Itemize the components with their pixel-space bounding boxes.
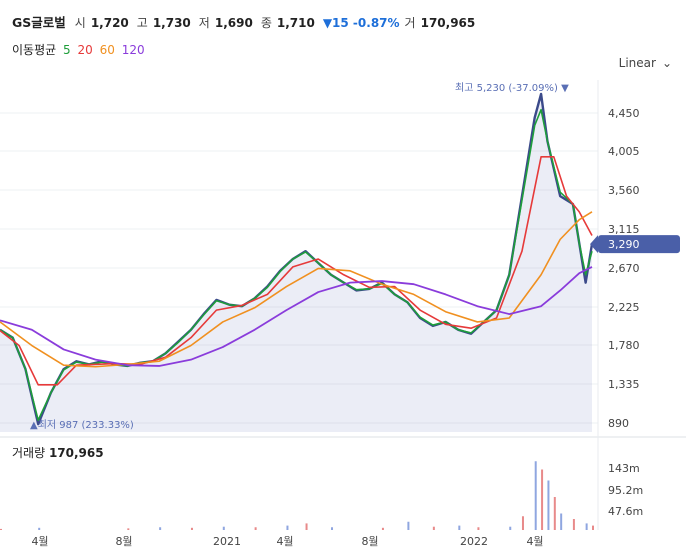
x-tick-label-4: 8월 xyxy=(361,535,378,548)
volume-bar xyxy=(38,527,41,530)
x-tick-label-6: 4월 xyxy=(526,535,543,548)
volume-bar xyxy=(381,527,384,530)
volume-tick-label-1: 95.2m xyxy=(608,484,643,497)
volume-bar xyxy=(190,527,193,530)
x-tick-label-5: 2022 xyxy=(460,535,488,548)
volume-bar xyxy=(509,526,512,530)
volume-bar xyxy=(0,528,2,530)
volume-tick-label-2: 47.6m xyxy=(608,505,643,518)
volume-bar xyxy=(305,523,308,530)
volume-bar xyxy=(572,519,575,530)
max-annotation: 최고 5,230 (-37.09%) ▼ xyxy=(455,82,569,94)
volume-bar xyxy=(458,525,461,530)
volume-bar xyxy=(553,497,556,530)
volume-bar xyxy=(547,480,550,530)
y-tick-label-7: 1,335 xyxy=(608,378,640,391)
volume-bar xyxy=(432,526,435,530)
y-tick-label-4: 2,670 xyxy=(608,262,640,275)
x-tick-label-1: 8월 xyxy=(115,535,132,548)
y-tick-label-2: 3,560 xyxy=(608,184,640,197)
volume-bar xyxy=(585,523,588,530)
current-price-label: 3,290 xyxy=(608,238,640,251)
y-tick-label-1: 4,005 xyxy=(608,145,640,158)
volume-bar xyxy=(592,525,594,530)
volume-bar xyxy=(254,527,257,530)
x-tick-label-3: 4월 xyxy=(276,535,293,548)
volume-bar xyxy=(477,527,480,530)
volume-bar xyxy=(222,526,225,530)
y-tick-label-6: 1,780 xyxy=(608,339,640,352)
volume-bar xyxy=(534,461,537,530)
y-tick-label-0: 4,450 xyxy=(608,107,640,120)
volume-bar xyxy=(407,521,410,530)
volume-bar xyxy=(521,516,524,530)
price-chart[interactable]: 4,450 4,005 3,560 3,115 2,670 2,225 1,780 1,335… xyxy=(0,0,686,551)
y-tick-label-5: 2,225 xyxy=(608,301,640,314)
x-tick-label-0: 4월 xyxy=(31,535,48,548)
x-tick-label-2: 2021 xyxy=(213,535,241,548)
volume-bar xyxy=(127,528,130,530)
y-tick-label-8: 890 xyxy=(608,417,629,430)
volume-tick-label-0: 143m xyxy=(608,462,640,475)
volume-bar xyxy=(331,527,334,530)
volume-bar xyxy=(541,469,544,530)
volume-bar xyxy=(560,513,563,530)
price-area xyxy=(0,93,592,433)
volume-bar xyxy=(286,525,289,530)
volume-bar xyxy=(159,527,162,530)
y-tick-label-3: 3,115 xyxy=(608,223,640,236)
min-annotation: ▲최저 987 (233.33%) xyxy=(30,419,134,431)
